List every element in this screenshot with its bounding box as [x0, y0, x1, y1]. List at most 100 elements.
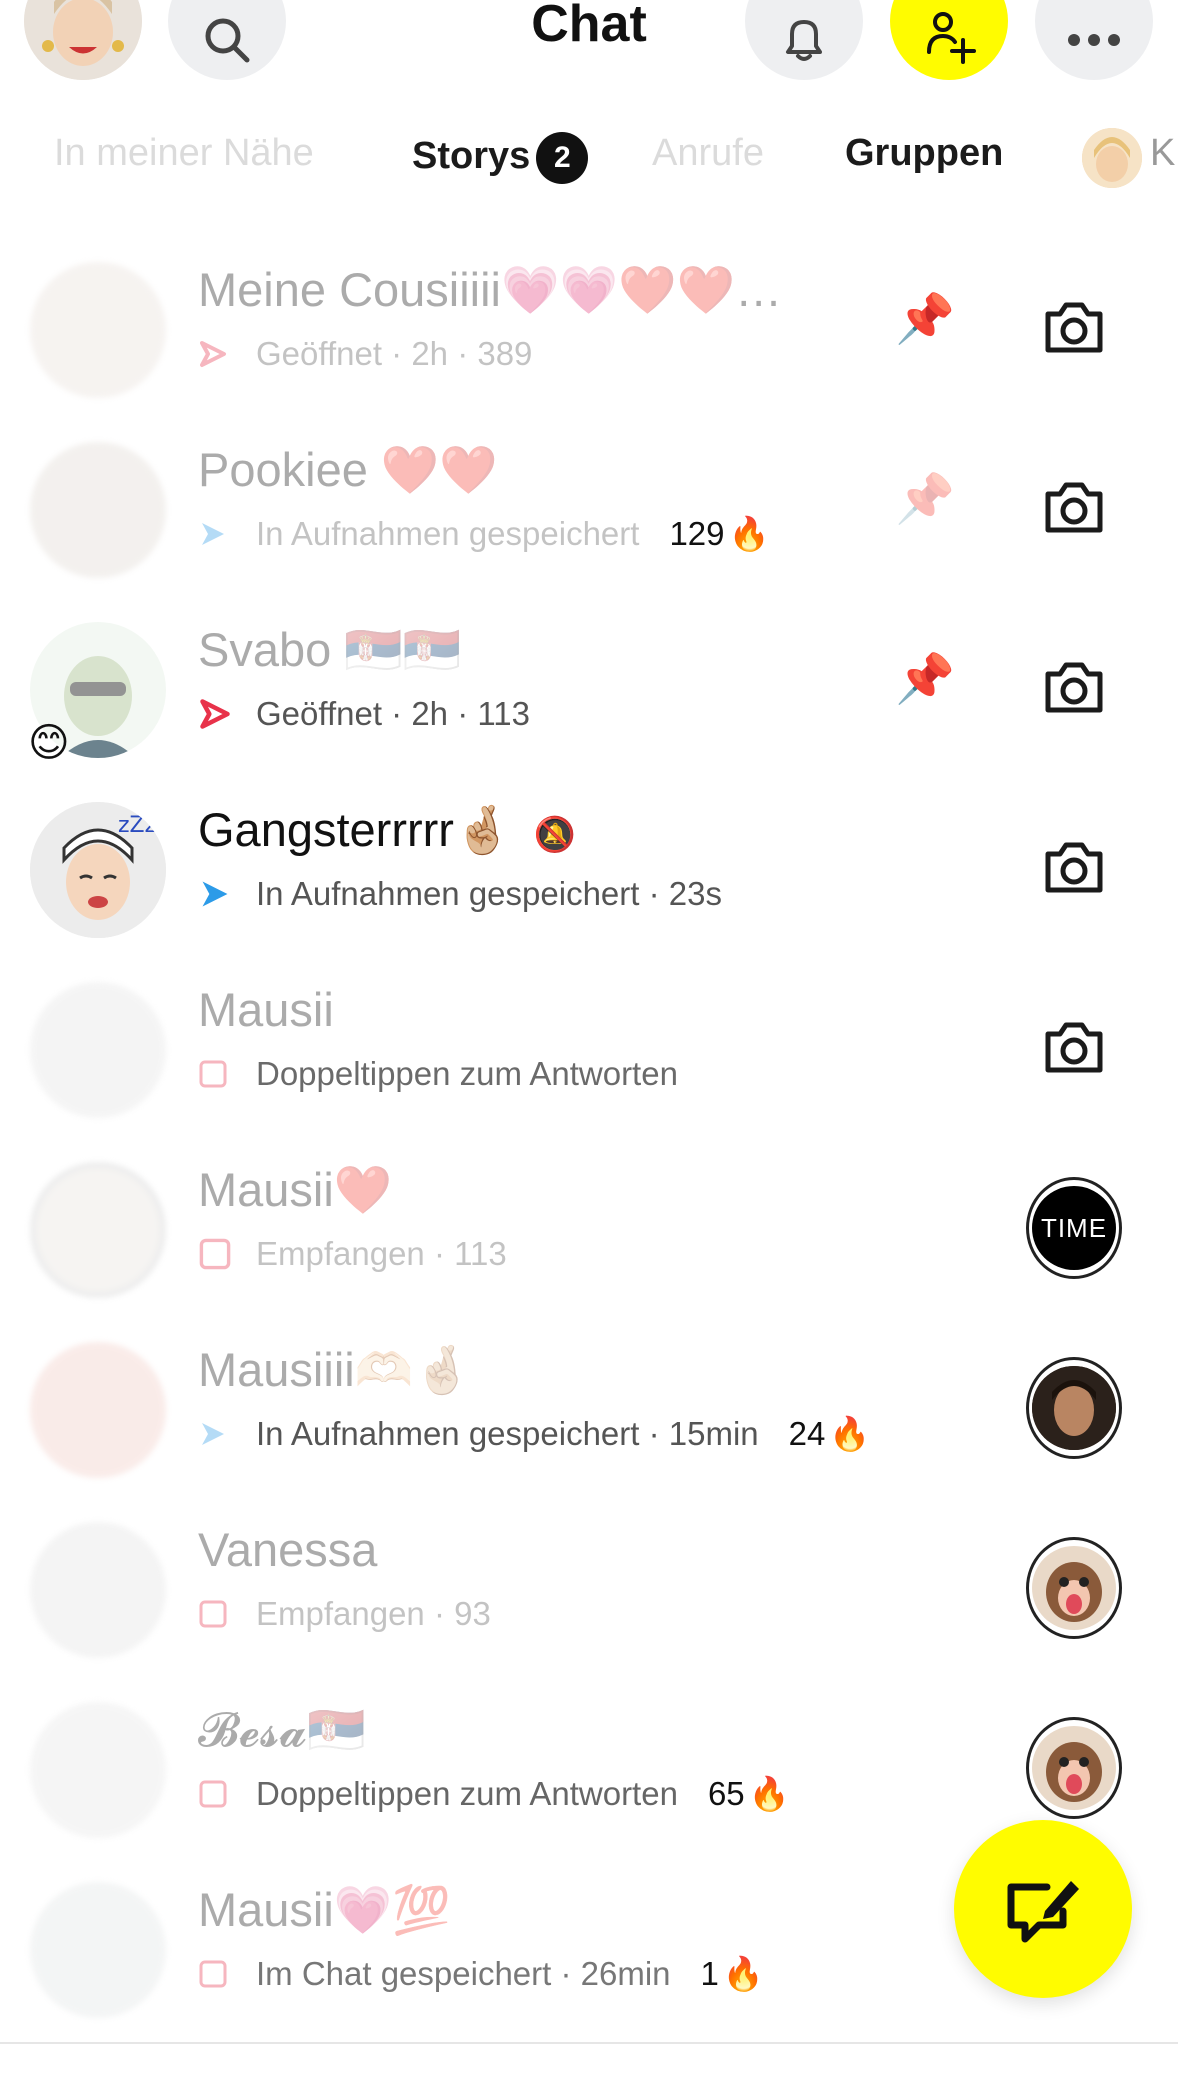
more-options-button[interactable]: [1035, 0, 1153, 80]
avatar: [30, 1342, 166, 1478]
saved-arrow-icon: [198, 1414, 238, 1454]
chat-row[interactable]: zZz Gangsterrrrr🤞🏼 🔕 In Aufnahmen gespei…: [0, 762, 1178, 942]
saved-arrow-icon: [198, 514, 238, 554]
notifications-button[interactable]: [745, 0, 863, 80]
new-chat-button[interactable]: [954, 1820, 1132, 1998]
chat-name: Mausii💗💯: [198, 1883, 451, 1936]
tab-friend-avatar[interactable]: [1082, 128, 1142, 188]
muted-bell-icon: 🔕: [533, 816, 576, 854]
chat-row[interactable]: Vanessa Empfangen · 93: [0, 1482, 1178, 1662]
opened-arrow-icon: [198, 694, 238, 734]
svg-text:zZz: zZz: [118, 813, 156, 838]
more-icon: [1068, 34, 1120, 46]
chat-row[interactable]: Mausii❤️ Empfangen · 113 TIME: [0, 1122, 1178, 1302]
chat-square-icon: [198, 1774, 238, 1814]
camera-button[interactable]: [1026, 1000, 1122, 1096]
chat-name: Meine Cousiiiii💗💗❤️❤️…: [198, 263, 783, 316]
streak-count: 1: [700, 1955, 719, 1992]
bottom-divider: [0, 2042, 1178, 2044]
filter-tabs: In meiner Nähe Storys 2 Anrufe Gruppen K: [0, 128, 1178, 192]
camera-button[interactable]: [1026, 820, 1122, 916]
avatar: [30, 442, 166, 578]
chat-name: Vanessa: [198, 1523, 378, 1576]
add-friend-icon: [927, 12, 976, 64]
chat-name: Mausii: [198, 983, 334, 1036]
chat-row[interactable]: 𝓑𝓮𝓼𝓪🇷🇸 Doppeltippen zum Antworten 65 🔥: [0, 1662, 1178, 1842]
chat-row[interactable]: Pookiee ❤️❤️ In Aufnahmen gespeichert 12…: [0, 402, 1178, 582]
story-button[interactable]: [1026, 1357, 1122, 1459]
chat-status: Empfangen · 113: [198, 1234, 507, 1274]
chat-status: In Aufnahmen gespeichert · 23s: [198, 874, 722, 914]
tab-stories[interactable]: Storys 2: [412, 132, 589, 184]
fire-icon: 🔥: [748, 1774, 790, 1812]
fire-icon: 🔥: [829, 1414, 871, 1452]
camera-icon: [1045, 662, 1103, 713]
opened-arrow-icon: [198, 334, 238, 374]
camera-button[interactable]: [1026, 280, 1122, 376]
avatar: [30, 1522, 166, 1658]
chat-row[interactable]: Mausii Doppeltippen zum Antworten: [0, 942, 1178, 1122]
camera-icon: [1045, 302, 1103, 353]
story-thumbnail: [1032, 1546, 1116, 1630]
camera-icon: [1045, 482, 1103, 533]
emoji-badge: 😊: [28, 721, 70, 765]
camera-button[interactable]: [1026, 460, 1122, 556]
chat-name: Mausii❤️: [198, 1163, 393, 1216]
tab-overflow[interactable]: K: [1150, 132, 1175, 175]
story-thumbnail: TIME: [1032, 1186, 1116, 1270]
story-button[interactable]: [1026, 1537, 1122, 1639]
fire-icon: 🔥: [722, 1954, 764, 1992]
chat-row[interactable]: Mausiiii🫶🏻🤞🏼 In Aufnahmen gespeichert · …: [0, 1302, 1178, 1482]
streak-count: 65: [707, 1775, 745, 1812]
tab-nearby[interactable]: In meiner Nähe: [54, 132, 314, 175]
story-ring: [1026, 1357, 1122, 1459]
camera-icon: [1045, 1022, 1103, 1073]
avatar: [30, 1882, 166, 2018]
new-chat-icon: [1007, 1881, 1079, 1943]
chat-status: Im Chat gespeichert · 26min 1 🔥: [198, 1954, 764, 1994]
chat-row[interactable]: 😊 Svabo 🇷🇸🇷🇸 Geöffnet · 2h · 113 📌: [0, 582, 1178, 765]
story-button[interactable]: TIME: [1026, 1177, 1122, 1279]
chat-status: Doppeltippen zum Antworten 65 🔥: [198, 1774, 790, 1814]
chat-row[interactable]: Meine Cousiiiii💗💗❤️❤️… Geöffnet · 2h · 3…: [0, 222, 1178, 402]
bell-icon: [786, 20, 822, 61]
chat-name: Svabo 🇷🇸🇷🇸: [198, 623, 462, 676]
camera-icon: [1045, 842, 1103, 893]
top-bar: Chat: [0, 0, 1178, 110]
pin-icon: 📌: [895, 473, 955, 526]
story-thumbnail: [1032, 1366, 1116, 1450]
tab-groups[interactable]: Gruppen: [845, 132, 1003, 175]
received-square-icon: [198, 1234, 238, 1274]
saved-arrow-icon: [198, 874, 238, 914]
chat-status: In Aufnahmen gespeichert 129 🔥: [198, 514, 770, 554]
avatar: [30, 1702, 166, 1838]
pin-icon: 📌: [895, 293, 955, 346]
chat-status: Doppeltippen zum Antworten: [198, 1054, 678, 1094]
chat-status: Empfangen · 93: [198, 1594, 491, 1634]
tab-calls[interactable]: Anrufe: [652, 132, 764, 175]
chat-name: Gangsterrrrr🤞🏼 🔕: [198, 803, 576, 856]
story-ring: TIME: [1026, 1177, 1122, 1279]
add-friend-button[interactable]: [890, 0, 1008, 80]
story-ring: [1026, 1537, 1122, 1639]
avatar: [30, 262, 166, 398]
avatar: [30, 982, 166, 1118]
fire-icon: 🔥: [728, 514, 770, 552]
camera-button[interactable]: [1026, 640, 1122, 736]
streak-count: 129: [669, 515, 725, 552]
story-ring: [1026, 1717, 1122, 1819]
avatar: zZz: [30, 802, 166, 938]
pin-icon: 📌: [895, 653, 955, 706]
chat-name: Mausiiii🫶🏻🤞🏼: [198, 1343, 472, 1396]
story-thumbnail: [1032, 1726, 1116, 1810]
saved-in-chat-icon: [198, 1954, 238, 1994]
chat-status: Geöffnet · 2h · 113: [198, 694, 530, 734]
tab-stories-label: Storys: [412, 135, 531, 178]
chat-square-icon: [198, 1054, 238, 1094]
received-square-icon: [198, 1594, 238, 1634]
chat-status: Geöffnet · 2h · 389: [198, 334, 532, 374]
chat-name: Pookiee ❤️❤️: [198, 443, 498, 496]
chat-status: In Aufnahmen gespeichert · 15min 24 🔥: [198, 1414, 870, 1454]
story-button[interactable]: [1026, 1717, 1122, 1819]
streak-count: 24: [788, 1415, 826, 1452]
